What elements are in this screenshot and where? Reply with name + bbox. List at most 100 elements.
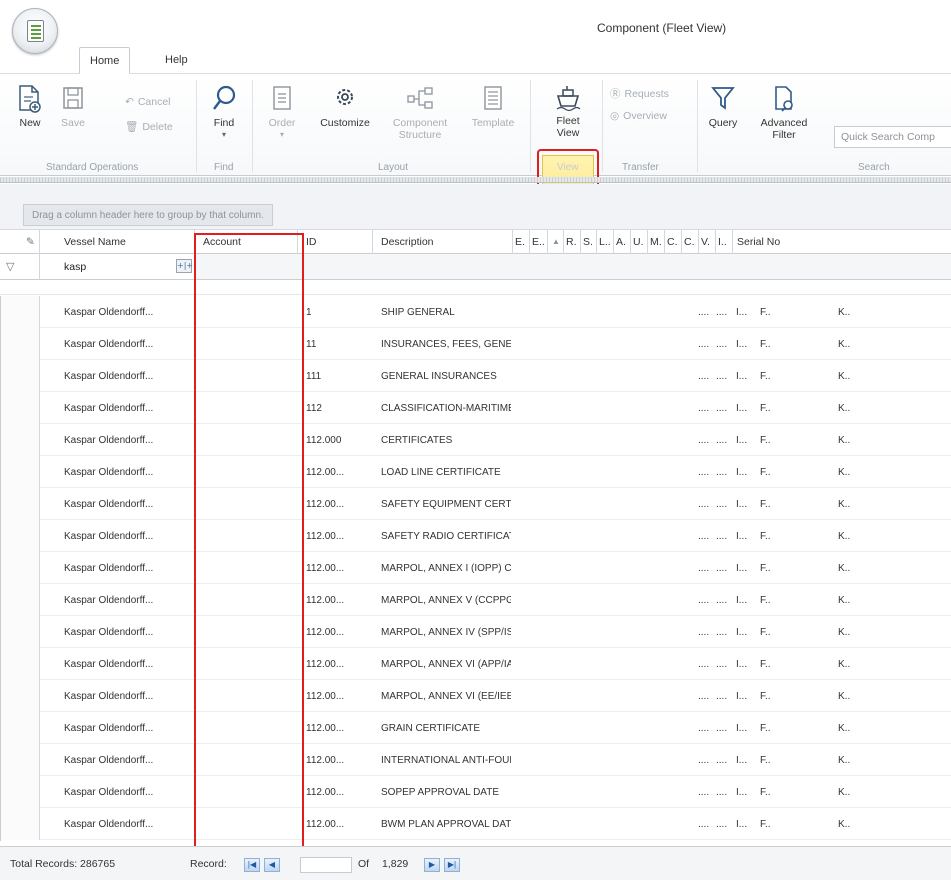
m-cell[interactable]: F.. [760, 616, 778, 648]
u-cell[interactable]: I... [736, 488, 756, 520]
row-indicator[interactable] [0, 520, 40, 552]
id-cell[interactable]: 112 [306, 392, 370, 424]
u-cell[interactable]: I... [736, 712, 756, 744]
row-indicator[interactable] [0, 424, 40, 456]
a-cell[interactable]: .... [716, 424, 732, 456]
id-cell[interactable]: 112.00... [306, 776, 370, 808]
vessel-name-cell[interactable]: Kaspar Oldendorff... [64, 296, 192, 328]
column-header-e2[interactable]: E.. [530, 230, 548, 254]
m-cell[interactable]: F.. [760, 776, 778, 808]
v-cell[interactable]: K.. [838, 296, 856, 328]
vessel-name-cell[interactable]: Kaspar Oldendorff... [64, 392, 192, 424]
a-cell[interactable]: .... [716, 648, 732, 680]
column-header-l[interactable]: L.. [597, 230, 614, 254]
v-cell[interactable]: K.. [838, 712, 856, 744]
v-cell[interactable]: K.. [838, 648, 856, 680]
u-cell[interactable]: I... [736, 616, 756, 648]
table-row[interactable]: Kaspar Oldendorff... 112.00... LOAD LINE C… [0, 456, 951, 488]
vessel-name-cell[interactable]: Kaspar Oldendorff... [64, 520, 192, 552]
u-cell[interactable]: I... [736, 520, 756, 552]
l-cell[interactable]: .... [698, 360, 714, 392]
u-cell[interactable]: I... [736, 360, 756, 392]
vessel-name-cell[interactable]: Kaspar Oldendorff... [64, 552, 192, 584]
column-header-r[interactable]: R. [564, 230, 581, 254]
delete-button[interactable]: 🗑 Delete [125, 120, 173, 134]
row-indicator[interactable] [0, 648, 40, 680]
column-header-i[interactable]: I.. [716, 230, 733, 254]
m-cell[interactable]: F.. [760, 648, 778, 680]
application-menu-button[interactable] [12, 8, 58, 54]
l-cell[interactable]: .... [698, 648, 714, 680]
id-cell[interactable]: 111 [306, 360, 370, 392]
vessel-name-cell[interactable]: Kaspar Oldendorff... [64, 808, 192, 840]
id-cell[interactable]: 112.00... [306, 456, 370, 488]
id-cell[interactable]: 112.00... [306, 680, 370, 712]
a-cell[interactable]: .... [716, 776, 732, 808]
m-cell[interactable]: F.. [760, 520, 778, 552]
u-cell[interactable]: I... [736, 552, 756, 584]
u-cell[interactable]: I... [736, 392, 756, 424]
table-row[interactable]: Kaspar Oldendorff... 112.000 CERTIFICATES.… [0, 424, 951, 456]
previous-record-icon[interactable]: ◀ [264, 858, 280, 872]
group-by-panel[interactable]: Drag a column header here to group by th… [0, 184, 951, 230]
filter-row-empty-cells[interactable] [195, 254, 951, 279]
quick-search-input[interactable]: Quick Search Comp [834, 126, 951, 148]
id-cell[interactable]: 112.00... [306, 648, 370, 680]
id-cell[interactable]: 112.00... [306, 712, 370, 744]
row-indicator[interactable] [0, 680, 40, 712]
m-cell[interactable]: F.. [760, 552, 778, 584]
row-indicator[interactable] [0, 744, 40, 776]
overview-button[interactable]: ◎ Overview [610, 110, 667, 122]
advanced-filter-button[interactable]: Advanced Filter [754, 84, 814, 141]
table-row[interactable]: Kaspar Oldendorff... 112.00... MARPOL, ANN… [0, 552, 951, 584]
v-cell[interactable]: K.. [838, 520, 856, 552]
v-cell[interactable]: K.. [838, 744, 856, 776]
id-cell[interactable]: 11 [306, 328, 370, 360]
next-record-icon[interactable]: ▶ [424, 858, 440, 872]
find-button[interactable]: Find ▾ [207, 84, 241, 141]
a-cell[interactable]: .... [716, 680, 732, 712]
fleet-view-button[interactable]: Fleet View [543, 84, 593, 139]
column-header-id[interactable]: ID [298, 230, 373, 254]
l-cell[interactable]: .... [698, 552, 714, 584]
row-indicator[interactable] [0, 392, 40, 424]
l-cell[interactable]: .... [698, 808, 714, 840]
m-cell[interactable]: F.. [760, 456, 778, 488]
vessel-name-cell[interactable]: Kaspar Oldendorff... [64, 360, 192, 392]
column-header-m[interactable]: M. [648, 230, 665, 254]
description-cell[interactable]: LOAD LINE CERTIFICATE [381, 456, 511, 488]
vessel-name-cell[interactable]: Kaspar Oldendorff... [64, 648, 192, 680]
description-cell[interactable]: SAFETY EQUIPMENT CERTIF... [381, 488, 511, 520]
last-record-icon[interactable]: ▶| [444, 858, 460, 872]
table-row[interactable]: Kaspar Oldendorff... 11 INSURANCES, FEES, … [0, 328, 951, 360]
l-cell[interactable]: .... [698, 296, 714, 328]
row-indicator[interactable] [0, 584, 40, 616]
column-header-u[interactable]: U. [631, 230, 648, 254]
m-cell[interactable]: F.. [760, 744, 778, 776]
row-indicator[interactable] [0, 328, 40, 360]
v-cell[interactable]: K.. [838, 680, 856, 712]
m-cell[interactable]: F.. [760, 360, 778, 392]
vessel-name-cell[interactable]: Kaspar Oldendorff... [64, 616, 192, 648]
column-header-serial-no[interactable]: Serial No [733, 230, 951, 254]
row-indicator[interactable] [0, 776, 40, 808]
m-cell[interactable]: F.. [760, 392, 778, 424]
l-cell[interactable]: .... [698, 680, 714, 712]
column-header-s[interactable]: S. [581, 230, 597, 254]
table-row[interactable]: Kaspar Oldendorff... 112 CLASSIFICATION-MA… [0, 392, 951, 424]
m-cell[interactable]: F.. [760, 488, 778, 520]
description-cell[interactable]: INTERNATIONAL ANTI-FOUL... [381, 744, 511, 776]
a-cell[interactable]: .... [716, 328, 732, 360]
description-cell[interactable]: MARPOL, ANNEX VI (EE/IEE) ... [381, 680, 511, 712]
current-record-input[interactable] [300, 857, 352, 873]
m-cell[interactable]: F.. [760, 296, 778, 328]
l-cell[interactable]: .... [698, 584, 714, 616]
vessel-name-cell[interactable]: Kaspar Oldendorff... [64, 744, 192, 776]
u-cell[interactable]: I... [736, 680, 756, 712]
column-header-c2[interactable]: C. [682, 230, 699, 254]
l-cell[interactable]: .... [698, 712, 714, 744]
description-cell[interactable]: SHIP GENERAL [381, 296, 511, 328]
v-cell[interactable]: K.. [838, 456, 856, 488]
id-cell[interactable]: 112.00... [306, 744, 370, 776]
l-cell[interactable]: .... [698, 488, 714, 520]
